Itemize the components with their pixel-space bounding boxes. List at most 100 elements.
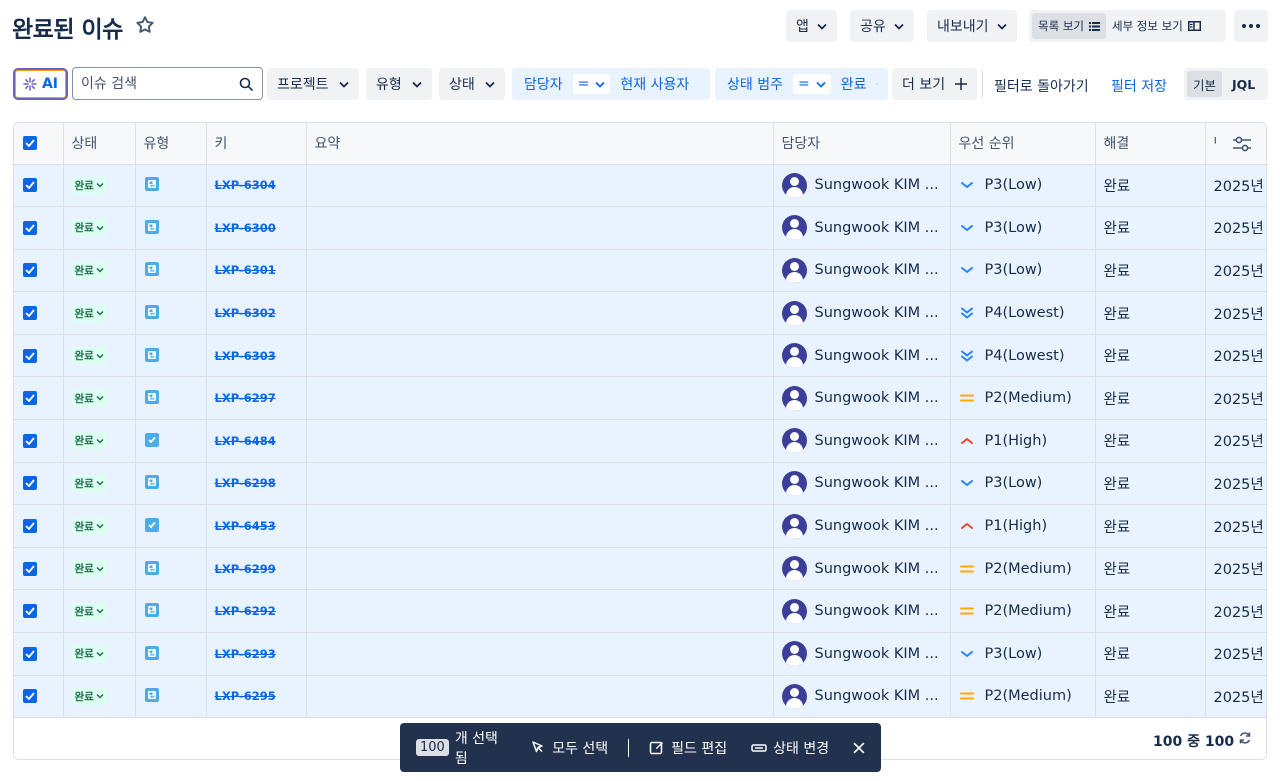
table-row[interactable]: 완료 LXP-6292 Sungwook KIM ... P2(Medium) 완료 20…	[14, 589, 1266, 634]
more-filters-button[interactable]: 더 보기	[892, 68, 978, 100]
priority-cell[interactable]: P3(Low)	[950, 164, 1096, 208]
row-checkbox[interactable]	[23, 263, 37, 278]
status-lozenge[interactable]: 완료	[71, 474, 107, 492]
row-checkbox[interactable]	[23, 476, 37, 491]
row-checkbox[interactable]	[23, 561, 37, 576]
row-checkbox[interactable]	[23, 604, 37, 619]
close-icon[interactable]	[876, 79, 878, 89]
table-row[interactable]: 완료 LXP-6453 Sungwook KIM ... P1(High) 완료 2025…	[14, 504, 1266, 548]
row-select-cell[interactable]	[14, 334, 64, 378]
issue-key-link[interactable]: LXP-6484	[215, 434, 276, 448]
column-header-type[interactable]: 유형	[135, 123, 207, 165]
status-lozenge[interactable]: 완료	[71, 389, 107, 407]
table-row[interactable]: 완료 LXP-6295 Sungwook KIM ... P2(Medium) 완료 20…	[14, 675, 1266, 719]
summary-cell[interactable]	[306, 589, 774, 634]
change-status-button[interactable]: 상태 변경	[751, 738, 829, 758]
row-select-cell[interactable]	[14, 291, 64, 335]
status-filter[interactable]: 상태	[439, 68, 505, 100]
row-select-cell[interactable]	[14, 164, 64, 208]
row-select-cell[interactable]	[14, 632, 64, 676]
issue-key-link[interactable]: LXP-6301	[215, 263, 276, 277]
status-lozenge[interactable]: 완료	[71, 687, 107, 705]
search-input[interactable]	[81, 75, 231, 92]
priority-cell[interactable]: P2(Medium)	[950, 376, 1096, 421]
summary-cell[interactable]	[306, 376, 774, 421]
row-checkbox[interactable]	[23, 178, 37, 193]
priority-cell[interactable]: P3(Low)	[950, 249, 1096, 293]
column-header-summary[interactable]: 요약	[306, 123, 774, 165]
table-row[interactable]: 완료 LXP-6304 Sungwook KIM ... P3(Low) 완료 2025년	[14, 164, 1266, 208]
priority-cell[interactable]: P3(Low)	[950, 206, 1096, 250]
row-select-cell[interactable]	[14, 504, 64, 548]
assignee-cell[interactable]: Sungwook KIM ...	[773, 206, 951, 250]
summary-cell[interactable]	[306, 334, 774, 378]
list-view-button[interactable]: 목록 보기	[1032, 13, 1106, 39]
search-icon[interactable]	[239, 77, 253, 91]
status-lozenge[interactable]: 완료	[71, 304, 107, 322]
status-category-filter[interactable]: 상태 범주 = 완료	[715, 68, 888, 100]
edit-fields-button[interactable]: 필드 편집	[649, 738, 727, 758]
refresh-icon[interactable]	[1238, 731, 1252, 745]
priority-cell[interactable]: P2(Medium)	[950, 675, 1096, 719]
row-checkbox[interactable]	[23, 689, 37, 704]
row-select-cell[interactable]	[14, 249, 64, 293]
row-select-cell[interactable]	[14, 589, 64, 634]
row-checkbox[interactable]	[23, 348, 37, 363]
row-select-cell[interactable]	[14, 419, 64, 463]
issue-key-link[interactable]: LXP-6298	[215, 476, 276, 490]
row-checkbox[interactable]	[23, 391, 37, 406]
assignee-filter[interactable]: 담당자 = 현재 사용자	[512, 68, 710, 100]
issue-key-link[interactable]: LXP-6292	[215, 604, 276, 618]
assignee-cell[interactable]: Sungwook KIM ...	[773, 334, 951, 378]
row-select-cell[interactable]	[14, 376, 64, 421]
assignee-cell[interactable]: Sungwook KIM ...	[773, 547, 951, 591]
assignee-cell[interactable]: Sungwook KIM ...	[773, 632, 951, 676]
column-header-key[interactable]: 키	[206, 123, 307, 165]
assignee-cell[interactable]: Sungwook KIM ...	[773, 589, 951, 634]
type-filter[interactable]: 유형	[366, 68, 432, 100]
jql-mode-button[interactable]: JQL	[1226, 71, 1261, 97]
column-header-priority[interactable]: 우선 순위	[950, 123, 1096, 165]
share-button[interactable]: 공유	[850, 10, 914, 42]
summary-cell[interactable]	[306, 547, 774, 591]
table-row[interactable]: 완료 LXP-6298 Sungwook KIM ... P3(Low) 완료 2025년	[14, 462, 1266, 506]
row-select-cell[interactable]	[14, 547, 64, 591]
table-row[interactable]: 완료 LXP-6300 Sungwook KIM ... P3(Low) 완료 2025년	[14, 206, 1266, 250]
issue-key-link[interactable]: LXP-6453	[215, 519, 276, 533]
issue-key-link[interactable]: LXP-6302	[215, 306, 276, 320]
assignee-cell[interactable]: Sungwook KIM ...	[773, 376, 951, 421]
more-actions-button[interactable]	[1234, 10, 1268, 42]
priority-cell[interactable]: P1(High)	[950, 504, 1096, 548]
issue-key-link[interactable]: LXP-6303	[215, 349, 276, 363]
status-category-operator[interactable]: =	[792, 74, 831, 94]
assignee-cell[interactable]: Sungwook KIM ...	[773, 675, 951, 719]
summary-cell[interactable]	[306, 419, 774, 463]
close-icon[interactable]	[853, 741, 865, 754]
status-lozenge[interactable]: 완료	[71, 261, 107, 279]
assignee-cell[interactable]: Sungwook KIM ...	[773, 462, 951, 506]
assignee-cell[interactable]: Sungwook KIM ...	[773, 291, 951, 335]
column-header-assignee[interactable]: 담당자	[773, 123, 951, 165]
summary-cell[interactable]	[306, 249, 774, 293]
status-lozenge[interactable]: 완료	[71, 176, 107, 194]
save-filter-link[interactable]: 필터 저장	[1111, 76, 1167, 96]
issue-key-link[interactable]: LXP-6297	[215, 391, 276, 405]
issue-key-link[interactable]: LXP-6299	[215, 562, 276, 576]
assignee-cell[interactable]: Sungwook KIM ...	[773, 164, 951, 208]
basic-mode-button[interactable]: 기본	[1187, 71, 1223, 97]
issue-key-link[interactable]: LXP-6300	[215, 221, 276, 235]
summary-cell[interactable]	[306, 291, 774, 335]
priority-cell[interactable]: P4(Lowest)	[950, 291, 1096, 335]
star-icon[interactable]	[134, 14, 156, 36]
issue-key-link[interactable]: LXP-6293	[215, 647, 276, 661]
export-button[interactable]: 내보내기	[927, 10, 1017, 42]
issue-key-link[interactable]: LXP-6295	[215, 689, 276, 703]
priority-cell[interactable]: P4(Lowest)	[950, 334, 1096, 378]
row-checkbox[interactable]	[23, 433, 37, 448]
summary-cell[interactable]	[306, 164, 774, 208]
assignee-cell[interactable]: Sungwook KIM ...	[773, 419, 951, 463]
issue-key-link[interactable]: LXP-6304	[215, 178, 276, 192]
ai-button[interactable]: AI	[13, 68, 68, 100]
priority-cell[interactable]: P1(High)	[950, 419, 1096, 463]
summary-cell[interactable]	[306, 675, 774, 719]
